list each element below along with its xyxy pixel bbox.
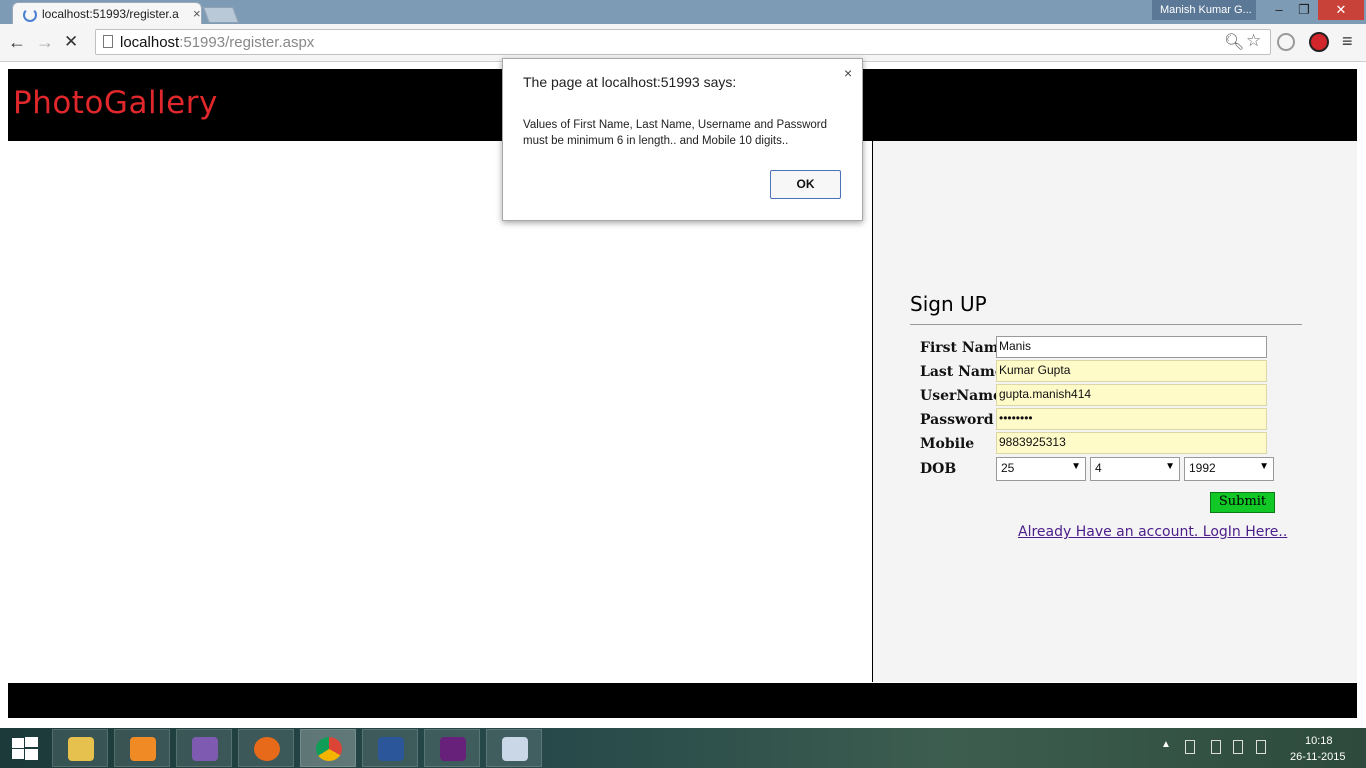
network-icon[interactable] xyxy=(1233,740,1243,754)
taskbar-file-explorer[interactable] xyxy=(52,729,108,767)
clock-time[interactable]: 10:18 xyxy=(1305,735,1333,747)
tab-close-icon[interactable]: × xyxy=(193,6,201,21)
forward-icon[interactable]: → xyxy=(36,32,54,53)
taskbar-firefox[interactable] xyxy=(238,729,294,767)
tray-expand-icon[interactable]: ▲ xyxy=(1161,739,1171,750)
chrome-icon xyxy=(316,737,342,761)
alert-title: The page at localhost:51993 says: xyxy=(523,74,737,90)
signup-panel: Sign UP First Name Manis Last Name Kumar… xyxy=(873,141,1357,682)
first-name-label: First Name xyxy=(920,340,1008,356)
site-logo[interactable]: PhotoGallery xyxy=(13,85,218,121)
last-name-label: Last Name xyxy=(920,364,1004,380)
extension-icon[interactable] xyxy=(1277,33,1295,51)
visual-studio-icon xyxy=(192,737,218,761)
dob-year-value: 1992 xyxy=(1189,461,1216,475)
dob-month-select[interactable]: 4 ▼ xyxy=(1090,457,1180,481)
url-text[interactable]: localhost:51993/register.aspx xyxy=(120,34,314,51)
dob-day-value: 25 xyxy=(1001,461,1015,475)
profile-button[interactable]: Manish Kumar G... xyxy=(1152,0,1256,20)
mobile-label: Mobile xyxy=(920,436,975,452)
loading-spinner-icon xyxy=(23,8,37,22)
zoom-icon[interactable]: 🔍︎ xyxy=(1224,32,1244,52)
taskbar-word[interactable] xyxy=(362,729,418,767)
divider xyxy=(910,324,1302,325)
page-icon xyxy=(103,35,113,48)
login-link[interactable]: Already Have an account. LogIn Here.. xyxy=(1018,524,1287,540)
close-window-button[interactable]: ✕ xyxy=(1318,0,1364,20)
tab-title: localhost:51993/register.a xyxy=(42,7,179,21)
battery-icon[interactable] xyxy=(1211,740,1221,754)
paint-icon xyxy=(502,737,528,761)
password-label: Password xyxy=(920,412,994,428)
ok-button[interactable]: OK xyxy=(770,170,841,199)
restore-button[interactable]: ❐ xyxy=(1291,0,1317,20)
alert-message: Values of First Name, Last Name, Usernam… xyxy=(523,119,828,147)
firefox-icon xyxy=(254,737,280,761)
dob-day-select[interactable]: 25 ▼ xyxy=(996,457,1086,481)
alert-dialog: × The page at localhost:51993 says: Valu… xyxy=(502,58,863,221)
site-footer xyxy=(8,683,1357,718)
taskbar-media-player[interactable] xyxy=(114,729,170,767)
file-explorer-icon xyxy=(68,737,94,761)
close-icon[interactable]: × xyxy=(844,65,852,81)
mobile-field[interactable]: 9883925313 xyxy=(996,432,1267,454)
clock-date[interactable]: 26-11-2015 xyxy=(1290,751,1345,763)
media-player-icon xyxy=(130,737,156,761)
new-tab-button[interactable] xyxy=(203,7,239,23)
action-center-icon[interactable] xyxy=(1185,740,1195,754)
dropdown-arrow-icon: ▼ xyxy=(1071,461,1081,472)
dropdown-arrow-icon: ▼ xyxy=(1165,461,1175,472)
minimize-button[interactable]: – xyxy=(1266,0,1292,20)
stop-icon[interactable]: ✕ xyxy=(64,32,78,52)
tab-register[interactable]: localhost:51993/register.a × xyxy=(12,2,202,24)
bookmark-star-icon[interactable]: ☆ xyxy=(1246,31,1261,51)
taskbar: ▲ 10:18 26-11-2015 xyxy=(0,728,1366,768)
taskbar-visual-studio-2015[interactable] xyxy=(424,729,480,767)
back-icon[interactable]: ← xyxy=(8,32,26,53)
windows-start-icon[interactable] xyxy=(10,736,38,760)
submit-button[interactable]: Submit xyxy=(1210,492,1275,513)
taskbar-paint[interactable] xyxy=(486,729,542,767)
word-icon xyxy=(378,737,404,761)
volume-icon[interactable] xyxy=(1256,740,1266,754)
username-field[interactable]: gupta.manish414 xyxy=(996,384,1267,406)
menu-icon[interactable]: ≡ xyxy=(1342,31,1353,52)
first-name-field[interactable]: Manis xyxy=(996,336,1267,358)
browser-title-bar: localhost:51993/register.a × Manish Kuma… xyxy=(0,0,1366,24)
visual-studio-2015-icon xyxy=(440,737,466,761)
dropdown-arrow-icon: ▼ xyxy=(1259,461,1269,472)
password-field[interactable]: •••••••• xyxy=(996,408,1267,430)
username-label: UserName xyxy=(920,388,1002,404)
extension-icon[interactable] xyxy=(1309,32,1329,52)
last-name-field[interactable]: Kumar Gupta xyxy=(996,360,1267,382)
dob-year-select[interactable]: 1992 ▼ xyxy=(1184,457,1274,481)
taskbar-visual-studio[interactable] xyxy=(176,729,232,767)
url-host: localhost xyxy=(120,34,180,51)
signup-title: Sign UP xyxy=(910,292,987,316)
address-bar[interactable]: localhost:51993/register.aspx 🔍︎ ☆ xyxy=(95,29,1271,55)
left-pane xyxy=(8,141,873,682)
taskbar-chrome[interactable] xyxy=(300,729,356,767)
browser-toolbar: ← → ✕ localhost:51993/register.aspx 🔍︎ ☆… xyxy=(0,24,1366,62)
dob-month-value: 4 xyxy=(1095,461,1102,475)
dob-label: DOB xyxy=(920,461,957,477)
url-path: :51993/register.aspx xyxy=(179,34,315,51)
